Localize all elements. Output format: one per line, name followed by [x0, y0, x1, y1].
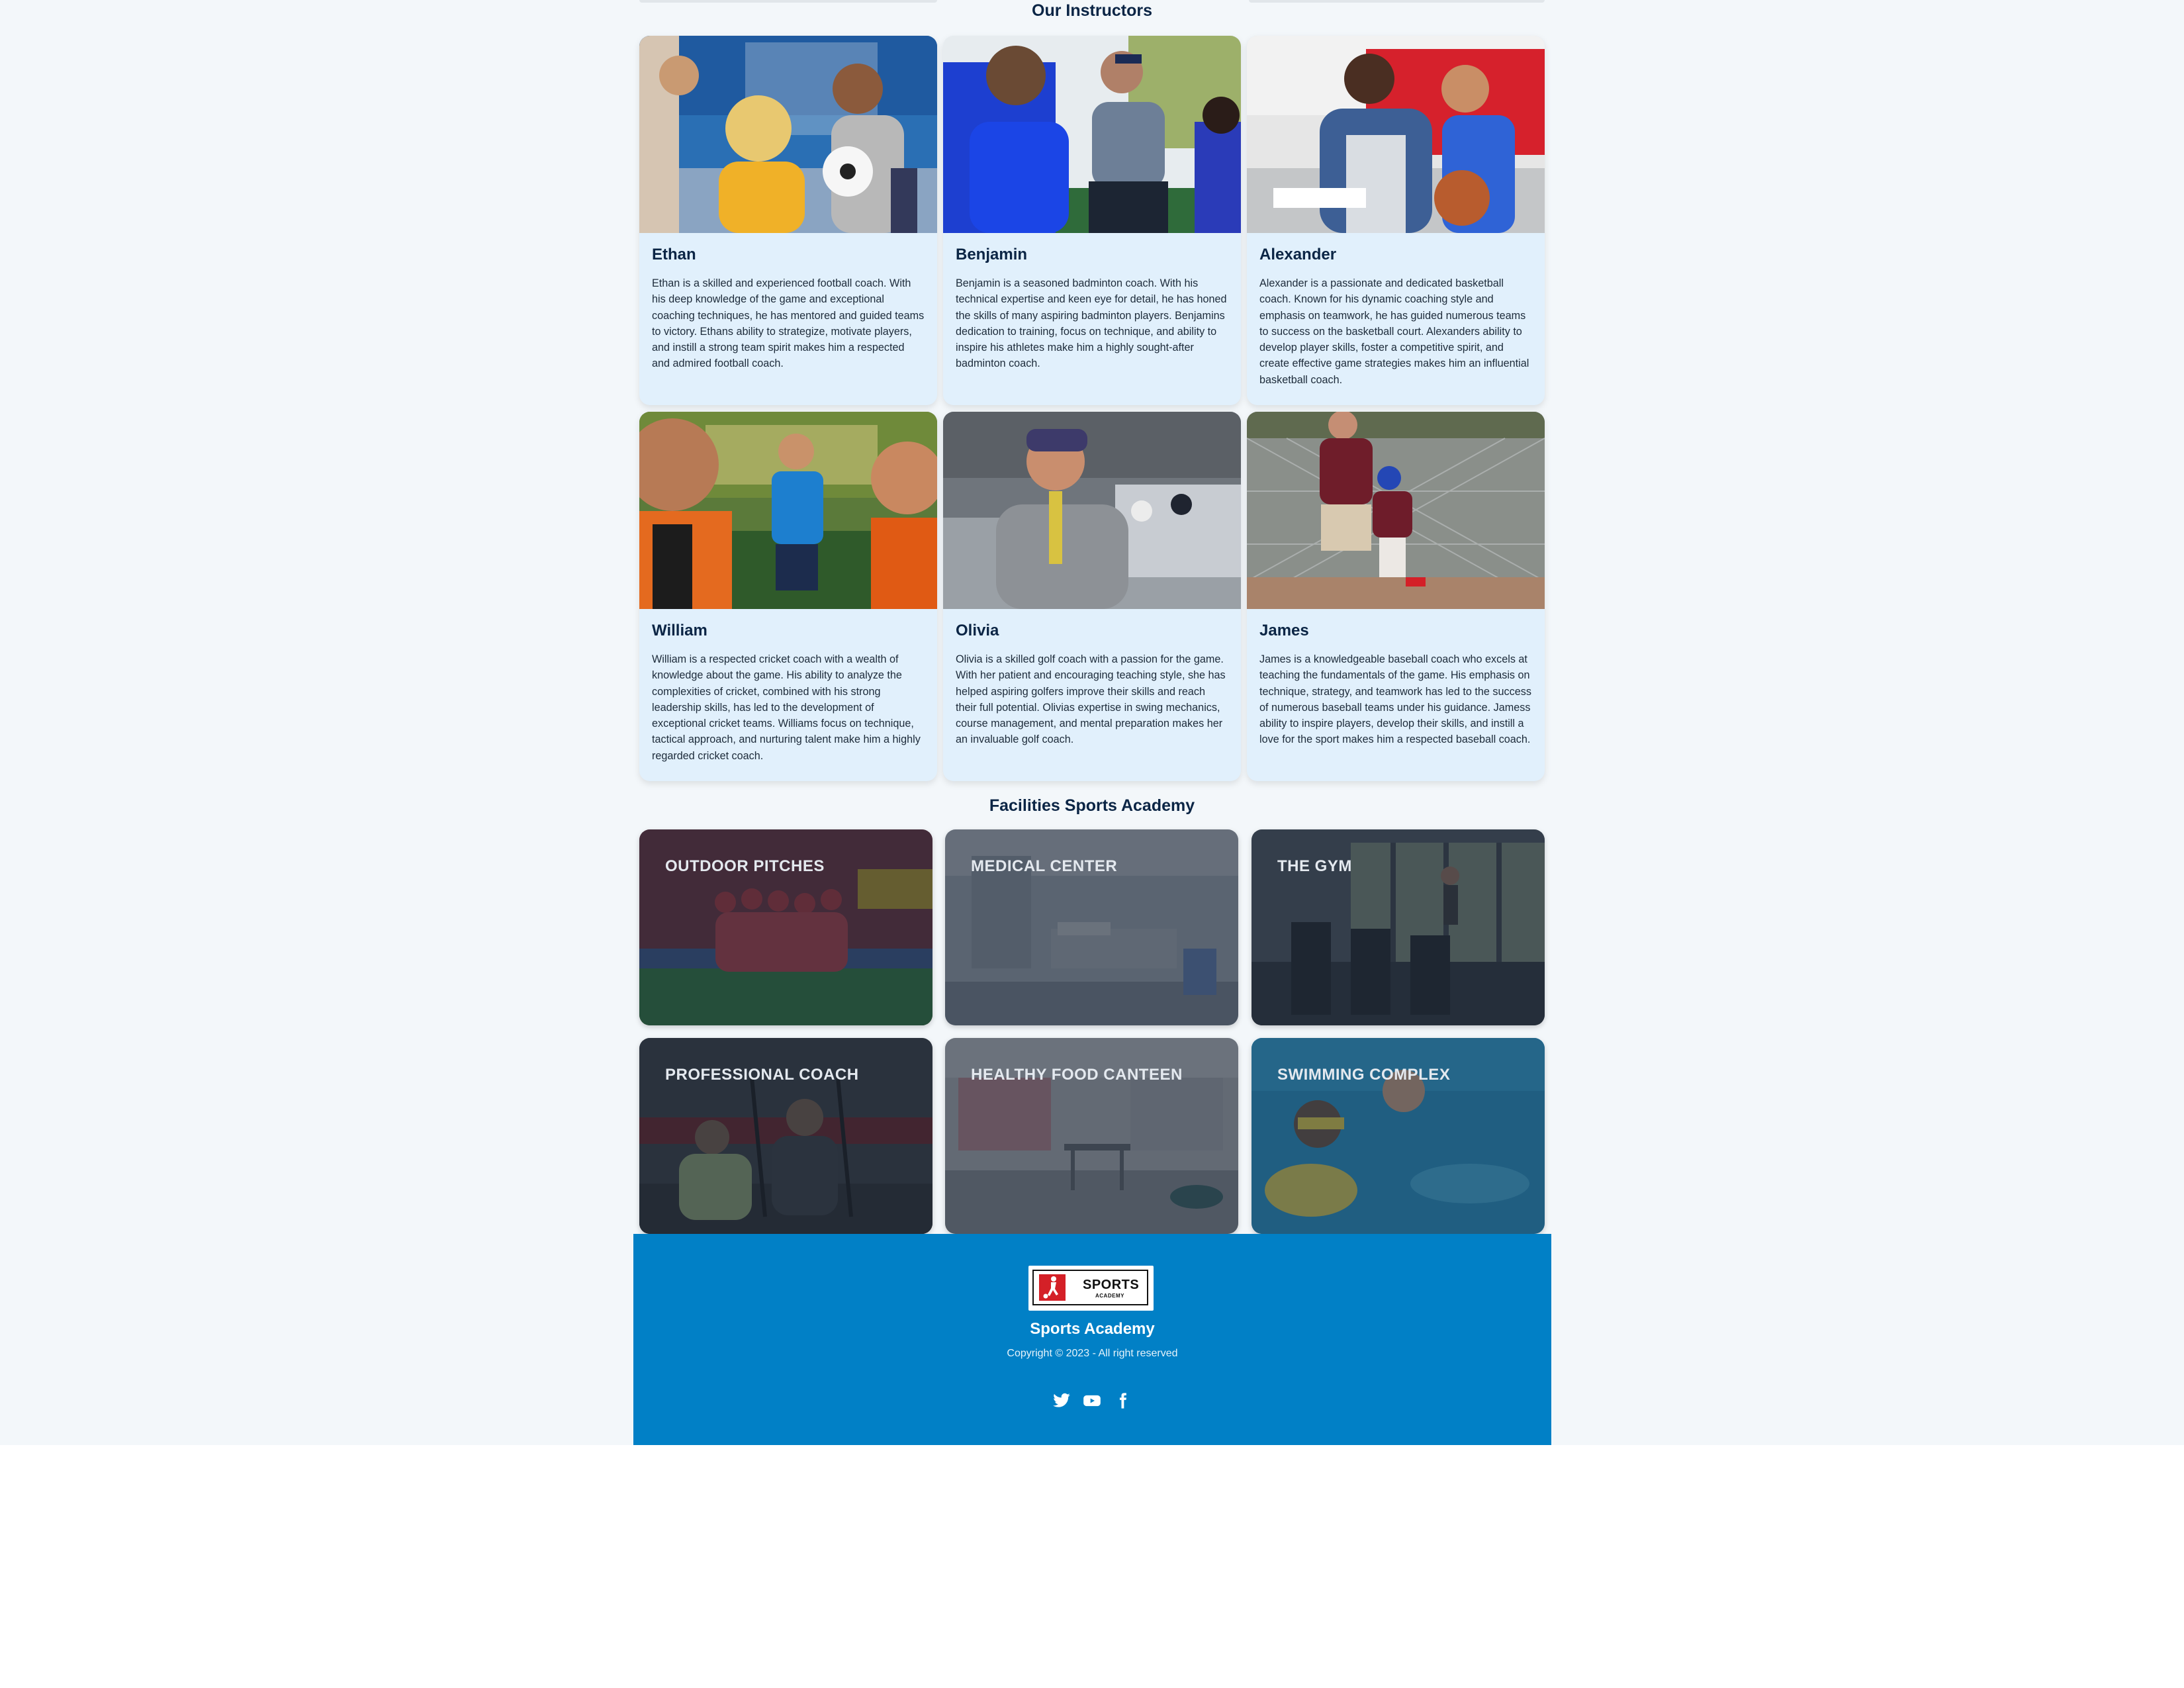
facility-tile-outdoor-pitches[interactable]: OUTDOOR PITCHES [639, 829, 933, 1025]
instructor-bio: William is a respected cricket coach wit… [652, 653, 921, 762]
instructor-card[interactable]: Alexander Alexander is a passionate and … [1247, 36, 1545, 405]
facebook-icon[interactable] [1113, 1391, 1132, 1410]
facilities-heading: Facilities Sports Academy [989, 796, 1195, 815]
facility-label: PROFESSIONAL COACH [665, 1066, 859, 1084]
facility-label: THE GYM [1277, 857, 1352, 875]
soccer-player-logo-icon [1039, 1274, 1066, 1301]
cricket-coach-photo [639, 412, 937, 609]
youtube-icon[interactable] [1083, 1391, 1101, 1410]
logo-text-main: SPORTS [1083, 1278, 1140, 1292]
instructor-name: Alexander [1259, 246, 1337, 263]
instructor-bio: James is a knowledgeable baseball coach … [1259, 653, 1531, 746]
instructors-heading: Our Instructors [1032, 1, 1152, 20]
instructor-card[interactable]: Olivia Olivia is a skilled golf coach wi… [943, 412, 1241, 781]
badminton-coach-photo [943, 36, 1241, 233]
footer-brand-name: Sports Academy [1030, 1320, 1155, 1338]
facility-tile-gym[interactable]: THE GYM [1251, 829, 1545, 1025]
instructor-name: Ethan [652, 246, 696, 263]
footer-logo[interactable]: SPORTS ACADEMY [1028, 1266, 1154, 1311]
facility-label: SWIMMING COMPLEX [1277, 1066, 1451, 1084]
instructor-bio: Alexander is a passionate and dedicated … [1259, 277, 1529, 386]
twitter-icon[interactable] [1052, 1391, 1071, 1410]
facility-tile-medical-center[interactable]: MEDICAL CENTER [945, 829, 1238, 1025]
baseball-coach-photo [1247, 412, 1545, 609]
football-coach-photo [639, 36, 937, 233]
logo-text-sub: ACADEMY [1095, 1293, 1124, 1299]
instructor-card[interactable]: William William is a respected cricket c… [639, 412, 937, 781]
instructor-bio: Benjamin is a seasoned badminton coach. … [956, 277, 1227, 370]
facility-tile-healthy-food-canteen[interactable]: HEALTHY FOOD CANTEEN [945, 1038, 1238, 1234]
instructor-card[interactable]: Ethan Ethan is a skilled and experienced… [639, 36, 937, 405]
instructor-name: William [652, 622, 707, 639]
copyright-text: Copyright © 2023 - All right reserved [1007, 1348, 1178, 1359]
instructor-name: Benjamin [956, 246, 1028, 263]
instructor-card[interactable]: James James is a knowledgeable baseball … [1247, 412, 1545, 781]
facility-label: HEALTHY FOOD CANTEEN [971, 1066, 1183, 1084]
facility-label: OUTDOOR PITCHES [665, 857, 825, 875]
footer: SPORTS ACADEMY Sports Academy Copyright … [633, 1234, 1551, 1445]
instructor-bio: Olivia is a skilled golf coach with a pa… [956, 653, 1226, 746]
instructor-card[interactable]: Benjamin Benjamin is a seasoned badminto… [943, 36, 1241, 405]
facility-label: MEDICAL CENTER [971, 857, 1118, 875]
facility-tile-swimming-complex[interactable]: SWIMMING COMPLEX [1251, 1038, 1545, 1234]
instructor-bio: Ethan is a skilled and experienced footb… [652, 277, 925, 370]
instructor-name: James [1259, 622, 1309, 639]
basketball-coach-photo [1247, 36, 1545, 233]
logo-frame: SPORTS ACADEMY [1032, 1270, 1148, 1305]
golf-coach-photo [943, 412, 1241, 609]
facility-tile-professional-coach[interactable]: PROFESSIONAL COACH [639, 1038, 933, 1234]
instructor-name: Olivia [956, 622, 999, 639]
